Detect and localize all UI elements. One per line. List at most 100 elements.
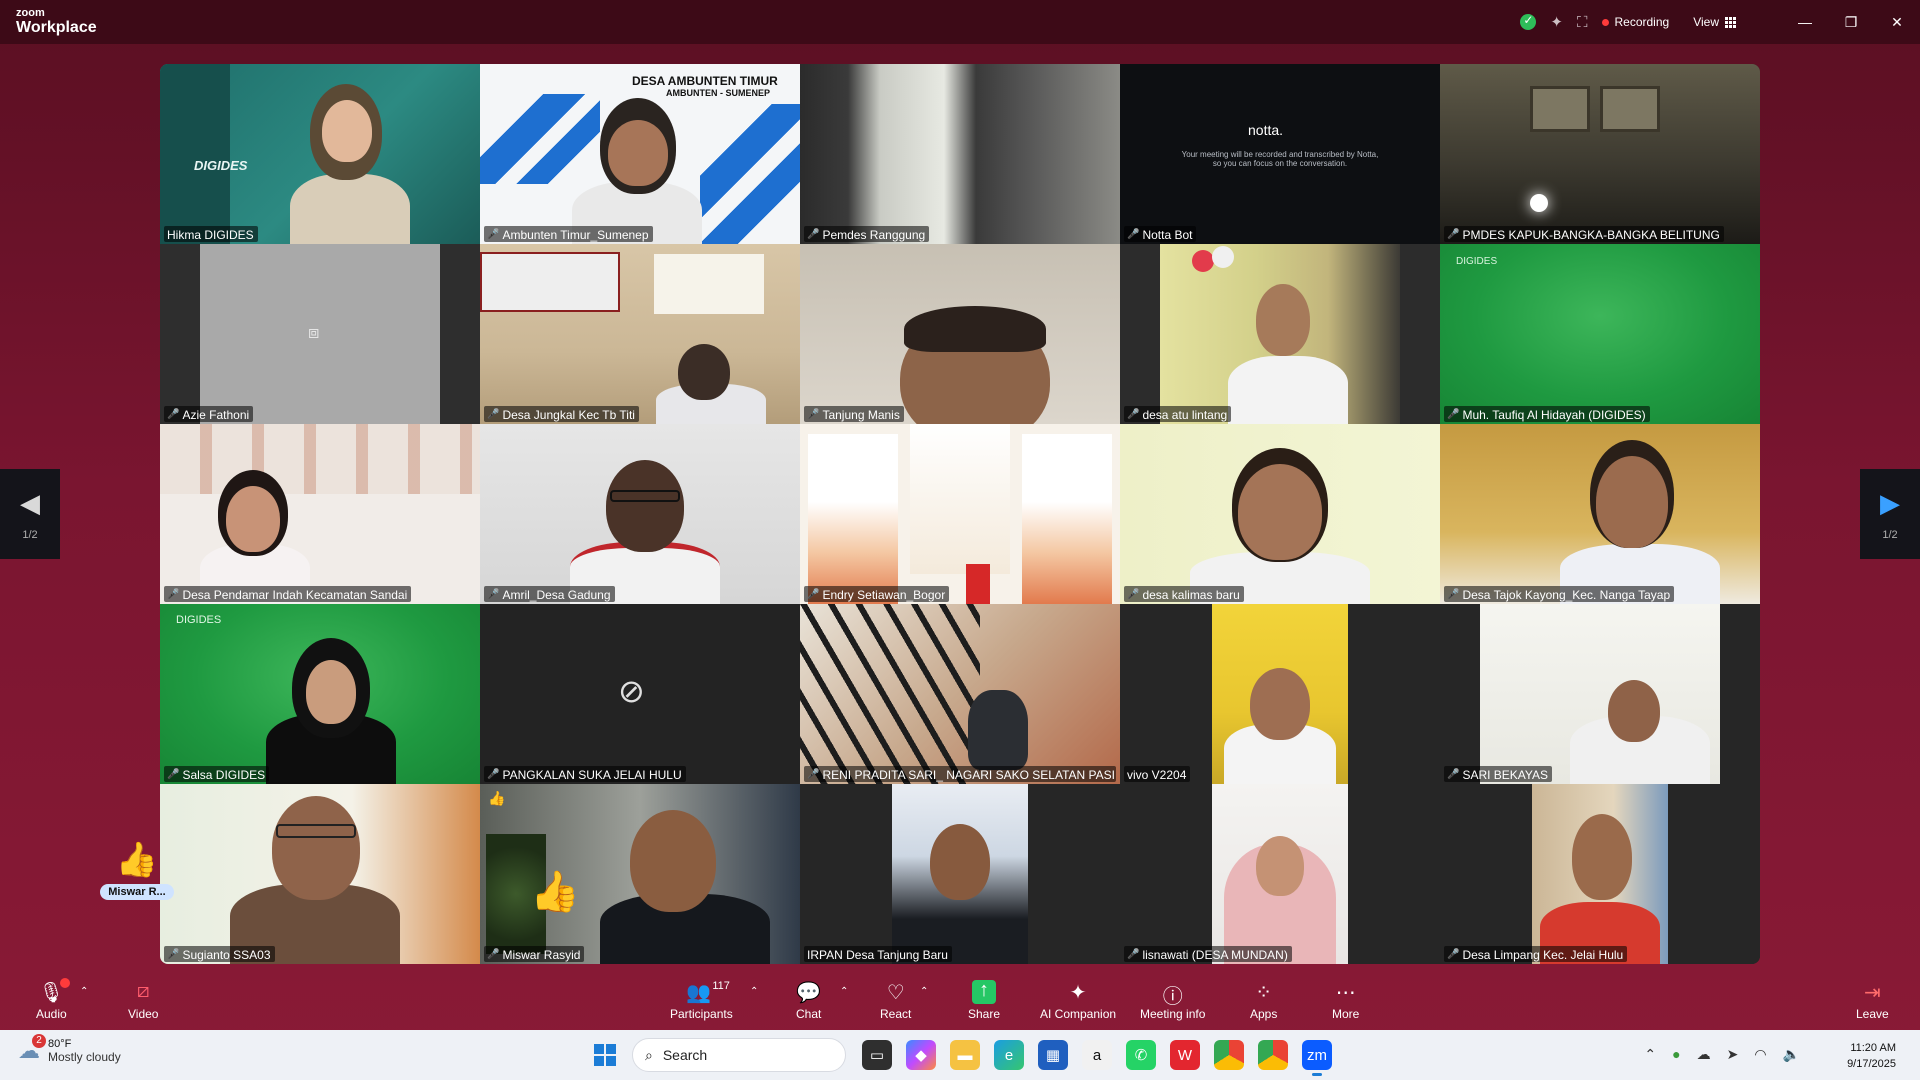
audio-options-caret-icon[interactable]: ⌃ xyxy=(80,986,88,997)
mic-muted-icon: 🎤 xyxy=(167,949,180,960)
video-button[interactable]: ⧄ Video xyxy=(128,980,158,1021)
recording-label[interactable]: Recording xyxy=(1615,15,1670,29)
mic-muted-icon: 🎤 xyxy=(1127,949,1140,960)
tray-overflow-icon[interactable]: ⌃ xyxy=(1644,1046,1656,1063)
video-tile[interactable]: 🎤 SARI BEKAYAS xyxy=(1440,604,1760,784)
encryption-shield-icon[interactable] xyxy=(1520,13,1537,30)
whatsapp-icon[interactable]: ✆ xyxy=(1126,1040,1156,1070)
more-dots-icon: ⋯ xyxy=(1335,982,1356,1004)
video-tile[interactable]: 🎤 Desa Jungkal Kec Tb Titi xyxy=(480,244,800,424)
volume-icon[interactable]: 🔈 xyxy=(1783,1046,1800,1063)
mic-muted-icon: 🎤 xyxy=(807,589,820,600)
minimize-button[interactable]: — xyxy=(1782,14,1828,30)
apps-button[interactable]: ⁘ Apps xyxy=(1250,980,1277,1021)
maximize-button[interactable]: ❐ xyxy=(1828,14,1874,31)
reaction-sender: Miswar R... xyxy=(100,884,174,900)
video-tile[interactable]: 👍 👍 🎤 Miswar Rasyid xyxy=(480,784,800,964)
weather-widget[interactable]: ☁ 2 80°F Mostly cloudy xyxy=(18,1034,121,1064)
video-tile[interactable]: 🎤 Endry Setiawan_Bogor xyxy=(800,424,1120,604)
focus-icon[interactable]: ⛶ xyxy=(1577,14,1588,31)
video-tile[interactable]: ⊘ 🎤 PANGKALAN SUKA JELAI HULU xyxy=(480,604,800,784)
copilot-icon[interactable]: ◆ xyxy=(906,1040,936,1070)
ai-companion-button[interactable]: ✦ AI Companion xyxy=(1040,980,1116,1021)
video-tile[interactable]: 🎤 Desa Pendamar Indah Kecamatan Sandai xyxy=(160,424,480,604)
video-tile[interactable]: vivo V2204 xyxy=(1120,604,1440,784)
digides-bg-logo: DIGIDES xyxy=(176,614,222,626)
microphone-icon: 🎙 xyxy=(39,978,71,1004)
video-tile[interactable]: notta. Your meeting will be recorded and… xyxy=(1120,64,1440,244)
mic-muted-icon: 🎤 xyxy=(1447,949,1460,960)
grid-view-icon xyxy=(1725,16,1736,28)
video-off-icon: ⊘ xyxy=(618,673,645,709)
apps-icon: ⁘ xyxy=(1255,982,1273,1004)
mic-muted-icon: 🎤 xyxy=(807,769,820,780)
chat-button[interactable]: 💬 Chat xyxy=(796,980,821,1021)
chrome-icon[interactable] xyxy=(1214,1040,1244,1070)
video-tile[interactable]: DIGIDES 🎤 Muh. Taufiq Al Hidayah (DIGIDES… xyxy=(1440,244,1760,424)
leave-button[interactable]: ⇥ Leave xyxy=(1856,980,1889,1021)
mic-muted-icon: 🎤 xyxy=(1127,589,1140,600)
video-tile[interactable]: DIGIDES 🎤 Salsa DIGIDES xyxy=(160,604,480,784)
page-indicator-right: 1/2 xyxy=(1882,528,1898,541)
tray-app-icon[interactable]: ● xyxy=(1672,1046,1680,1063)
audio-button[interactable]: 🎙 Audio xyxy=(36,978,71,1021)
location-icon[interactable]: ➤ xyxy=(1727,1046,1739,1063)
file-explorer-icon[interactable]: ▬ xyxy=(950,1040,980,1070)
video-tile[interactable]: 🎤 Pemdes Ranggung xyxy=(800,64,1120,244)
view-label: View xyxy=(1693,15,1719,29)
next-page-button[interactable]: ▶ 1/2 xyxy=(1860,469,1920,559)
video-tile[interactable]: 🎤 Amril_Desa Gadung xyxy=(480,424,800,604)
video-tile[interactable]: 🎤 RENI PRADITA SARI_ NAGARI SAKO SELATAN … xyxy=(800,604,1120,784)
participant-name-label: 🎤 Notta Bot xyxy=(1124,226,1197,242)
video-tile[interactable]: 🎤 lisnawati (DESA MUNDAN) xyxy=(1120,784,1440,964)
video-tile[interactable]: 🎤 Tanjung Manis xyxy=(800,244,1120,424)
more-button[interactable]: ⋯ More xyxy=(1332,980,1359,1021)
react-options-caret-icon[interactable]: ⌃ xyxy=(920,986,928,997)
video-tile[interactable]: 🎤 desa atu lintang xyxy=(1120,244,1440,424)
previous-page-button[interactable]: ◀ 1/2 xyxy=(0,469,60,559)
close-button[interactable]: ✕ xyxy=(1874,14,1920,31)
mic-muted-icon: 🎤 xyxy=(807,229,820,240)
share-screen-icon: ↑ xyxy=(972,980,997,1004)
video-tile[interactable]: 🎤 Sugianto SSA03 xyxy=(160,784,480,964)
participants-button[interactable]: 👥 117 Participants xyxy=(670,980,733,1021)
video-gallery: DIGIDES Hikma DIGIDES DESA AMBUNTEN TIMU… xyxy=(160,64,1760,964)
video-tile[interactable]: 🎤 Desa Limpang Kec. Jelai Hulu xyxy=(1440,784,1760,964)
search-icon: ⌕ xyxy=(645,1046,653,1063)
mic-muted-icon: 🎤 xyxy=(1447,589,1460,600)
chat-options-caret-icon[interactable]: ⌃ xyxy=(840,986,848,997)
video-tile[interactable]: IRPAN Desa Tanjung Baru xyxy=(800,784,1120,964)
brand-top: zoom xyxy=(16,7,45,19)
microsoft-store-icon[interactable]: ▦ xyxy=(1038,1040,1068,1070)
thumbs-up-icon: 👍 xyxy=(115,841,159,879)
ai-sparkle-icon[interactable]: ✦ xyxy=(1550,13,1563,31)
share-button[interactable]: ↑ Share xyxy=(968,980,1000,1021)
meeting-info-button[interactable]: ⓘ Meeting info xyxy=(1140,980,1205,1021)
react-button[interactable]: ♡ React xyxy=(880,980,911,1021)
video-tile[interactable]: 🎤 Desa Tajok Kayong_Kec. Nanga Tayap xyxy=(1440,424,1760,604)
chrome-profile-icon[interactable] xyxy=(1258,1040,1288,1070)
video-tile[interactable]: 🎤 desa kalimas baru xyxy=(1120,424,1440,604)
participants-options-caret-icon[interactable]: ⌃ xyxy=(750,986,758,997)
participant-name-label: 🎤 desa kalimas baru xyxy=(1124,586,1244,602)
view-button[interactable]: View xyxy=(1693,15,1736,29)
mic-muted-icon: 🎤 xyxy=(487,409,500,420)
wifi-icon[interactable]: ◠ xyxy=(1754,1046,1766,1063)
amazon-icon[interactable]: a xyxy=(1082,1040,1112,1070)
windows-start-icon[interactable] xyxy=(594,1044,616,1066)
video-tile[interactable]: 🎤 PMDES KAPUK-BANGKA-BANGKA BELITUNG xyxy=(1440,64,1760,244)
task-view-icon[interactable]: ▭ xyxy=(862,1040,892,1070)
taskbar-search[interactable]: ⌕ Search xyxy=(632,1038,846,1072)
mic-muted-icon: 🎤 xyxy=(487,589,500,600)
participant-name-label: 🎤 Amril_Desa Gadung xyxy=(484,586,615,602)
zoom-taskbar-icon[interactable]: zm xyxy=(1302,1040,1332,1076)
participants-icon: 👥 117 xyxy=(686,980,730,1004)
system-clock[interactable]: 11:20 AM 9/17/2025 xyxy=(1847,1040,1896,1072)
video-tile[interactable]: DIGIDES Hikma DIGIDES xyxy=(160,64,480,244)
chat-bubble-icon: 💬 xyxy=(796,982,822,1004)
edge-browser-icon[interactable]: e xyxy=(994,1040,1024,1070)
video-tile[interactable]: DESA AMBUNTEN TIMUR AMBUNTEN - SUMENEP 🎤… xyxy=(480,64,800,244)
video-tile[interactable]: ⧈ 🎤 Azie Fathoni xyxy=(160,244,480,424)
onedrive-icon[interactable]: ☁ xyxy=(1697,1046,1711,1063)
wps-office-icon[interactable]: W xyxy=(1170,1040,1200,1070)
